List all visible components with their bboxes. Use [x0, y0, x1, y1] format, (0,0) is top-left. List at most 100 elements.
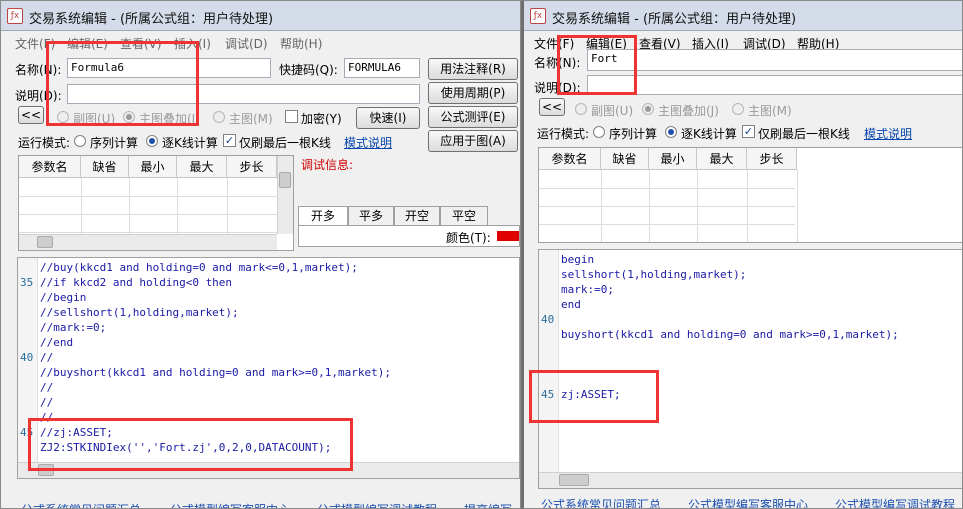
name-label: 名称(N):: [15, 63, 62, 77]
tab-close-long[interactable]: 平多: [348, 206, 394, 226]
editor-horizontal-scrollbar[interactable]: [18, 462, 519, 478]
tab-close-short[interactable]: 平空: [440, 206, 488, 226]
collapse-button[interactable]: <<: [539, 98, 565, 116]
line-number: 35: [20, 276, 34, 289]
usage-notes-button[interactable]: 用法注释(R): [428, 58, 518, 80]
window-title: 交易系统编辑 - (所属公式组：用户待处理): [552, 12, 797, 27]
param-header-max[interactable]: 最大: [177, 156, 227, 178]
radio-sub-chart-label: 副图(U): [73, 112, 116, 126]
radio-main-overlay-label: 主图叠加(J): [658, 104, 719, 118]
menu-debug[interactable]: 调试(D): [225, 35, 268, 52]
run-mode-label: 运行模式:: [537, 127, 590, 141]
formula-test-button[interactable]: 公式测评(E): [428, 106, 518, 128]
last-bar-label: 仅刷最后一根K线: [239, 136, 331, 150]
last-bar-checkbox[interactable]: ✓: [742, 125, 755, 138]
parameter-table[interactable]: 参数名 缺省 最小 最大 步长: [538, 147, 962, 243]
status-link-faq[interactable]: 公式系统常见问题汇总: [21, 501, 141, 508]
app-icon: ƒx: [7, 8, 23, 24]
status-link-faq[interactable]: 公式系统常见问题汇总: [541, 496, 661, 508]
menu-file[interactable]: 文件(F): [534, 35, 574, 52]
encrypt-label: 加密(Y): [301, 112, 342, 126]
menu-help[interactable]: 帮助(H): [280, 35, 322, 52]
param-header-min[interactable]: 最小: [129, 156, 177, 178]
radio-main-overlay[interactable]: [642, 103, 654, 115]
param-header-name[interactable]: 参数名: [539, 148, 601, 170]
radio-sequence-calc[interactable]: [74, 135, 86, 147]
code-editor[interactable]: 35 40 45 //buy(kkcd1 and holding=0 and m…: [17, 257, 520, 479]
param-header-default[interactable]: 缺省: [81, 156, 129, 178]
code-editor[interactable]: 40 45 begin sellshort(1,holding,market);…: [538, 249, 962, 489]
line-number: 45: [20, 426, 34, 439]
code-line: sellshort(1,holding,market);: [561, 268, 747, 281]
param-vertical-scrollbar[interactable]: [277, 156, 293, 234]
debug-info-label: 调试信息:: [301, 158, 354, 172]
status-link-tutorial[interactable]: 公式模型编写调试教程: [317, 501, 437, 508]
radio-main-chart-label: 主图(M): [229, 112, 273, 126]
param-header-name[interactable]: 参数名: [19, 156, 81, 178]
code-line: //buy(kkcd1 and holding=0 and mark<=0,1,…: [40, 261, 358, 274]
param-header-step[interactable]: 步长: [227, 156, 277, 178]
radio-sub-chart[interactable]: [575, 103, 587, 115]
param-header-max[interactable]: 最大: [697, 148, 747, 170]
status-link-tutorial[interactable]: 公式模型编写调试教程: [835, 496, 955, 508]
param-header-min[interactable]: 最小: [649, 148, 697, 170]
tab-open-short[interactable]: 开空: [394, 206, 440, 226]
title-bar[interactable]: ƒx 交易系统编辑 - (所属公式组：用户待处理): [524, 1, 962, 31]
param-header-step[interactable]: 步长: [747, 148, 797, 170]
menu-bar: 文件(F) 编辑(E) 查看(V) 插入(I) 调试(D) 帮助(H): [1, 32, 520, 52]
status-link-support[interactable]: 公式模型编写客服中心: [688, 496, 808, 508]
formula-editor-window-right: ƒx 交易系统编辑 - (所属公式组：用户待处理) 文件(F) 编辑(E) 查看…: [521, 0, 963, 509]
status-link-support[interactable]: 公式模型编写客服中心: [170, 501, 290, 508]
param-header-default[interactable]: 缺省: [601, 148, 649, 170]
name-field[interactable]: Fort: [587, 49, 962, 71]
description-field[interactable]: [587, 75, 962, 95]
menu-edit[interactable]: 编辑(E): [67, 35, 108, 52]
app-icon: ƒx: [530, 8, 546, 24]
color-swatch[interactable]: [497, 231, 519, 241]
parameter-table[interactable]: 参数名 缺省 最小 最大 步长: [18, 155, 294, 251]
code-line: //buyshort(kkcd1 and holding=0 and mark>…: [40, 366, 391, 379]
code-line: //: [40, 381, 54, 394]
code-line: begin: [561, 253, 595, 266]
apply-to-chart-button[interactable]: 应用于图(A): [428, 130, 518, 152]
name-field[interactable]: Formula6: [67, 58, 271, 78]
tab-open-long[interactable]: 开多: [298, 206, 348, 226]
shortcut-field[interactable]: FORMULA6: [344, 58, 420, 78]
menu-file[interactable]: 文件(F): [15, 35, 55, 52]
radio-main-overlay[interactable]: [123, 111, 135, 123]
code-line: buyshort(kkcd1 and holding=0 and mark>=0…: [561, 328, 899, 341]
encrypt-checkbox[interactable]: [285, 110, 298, 123]
radio-main-chart[interactable]: [213, 111, 225, 123]
code-line: zj:ASSET;: [561, 388, 621, 401]
radio-main-chart[interactable]: [732, 103, 744, 115]
description-label: 说明(D):: [534, 81, 581, 95]
radio-main-chart-label: 主图(M): [748, 104, 792, 118]
radio-per-bar-calc[interactable]: [665, 126, 677, 138]
description-field[interactable]: [67, 84, 420, 104]
menu-insert[interactable]: 插入(I): [174, 35, 211, 52]
radio-sub-chart[interactable]: [57, 111, 69, 123]
radio-sequence-calc[interactable]: [593, 126, 605, 138]
color-label: 颜色(T):: [446, 231, 491, 245]
description-label: 说明(D):: [15, 89, 62, 103]
radio-per-bar-calc[interactable]: [146, 135, 158, 147]
radio-per-bar-calc-label: 逐K线计算: [162, 136, 218, 150]
param-horizontal-scrollbar[interactable]: [19, 234, 277, 250]
code-line: //: [40, 351, 54, 364]
editor-horizontal-scrollbar[interactable]: [539, 472, 962, 488]
mode-help-link[interactable]: 模式说明: [864, 125, 912, 142]
code-line: //mark:=0;: [40, 321, 107, 334]
menu-view[interactable]: 查看(V): [120, 35, 162, 52]
shortcut-label: 快捷码(Q):: [279, 63, 338, 77]
mode-help-link[interactable]: 模式说明: [344, 134, 392, 151]
code-line: //begin: [40, 291, 87, 304]
code-line: //zj:ASSET;: [40, 426, 113, 439]
name-label: 名称(N):: [534, 56, 581, 70]
period-button[interactable]: 使用周期(P): [428, 82, 518, 104]
last-bar-checkbox[interactable]: ✓: [223, 134, 236, 147]
quick-button[interactable]: 快速(I): [356, 107, 420, 129]
collapse-button[interactable]: <<: [18, 106, 44, 124]
status-link-advanced[interactable]: 提高编写: [464, 501, 512, 508]
title-bar[interactable]: ƒx 交易系统编辑 - (所属公式组：用户待处理): [1, 1, 520, 31]
last-bar-label: 仅刷最后一根K线: [758, 127, 850, 141]
